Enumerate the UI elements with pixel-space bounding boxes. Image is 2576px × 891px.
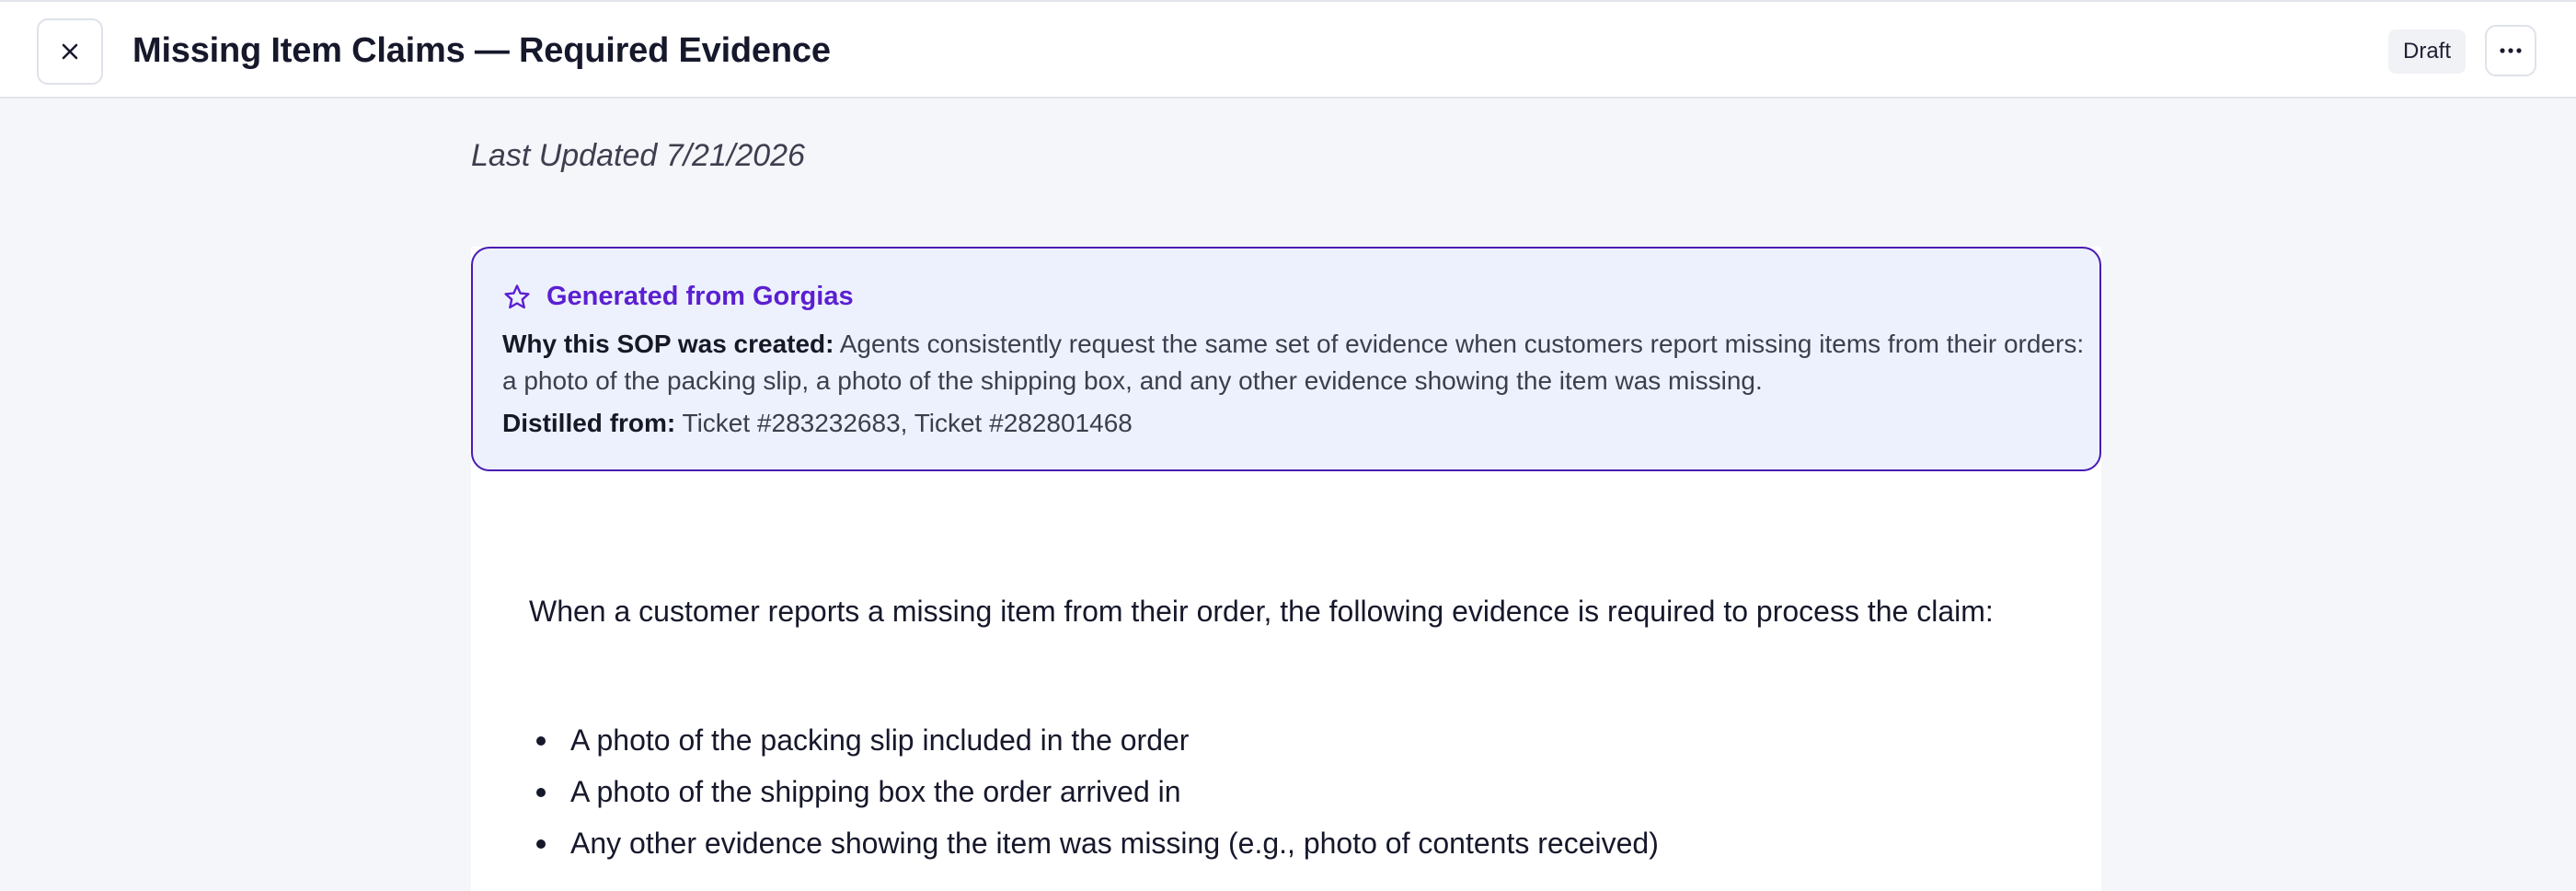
intro-paragraph: When a customer reports a missing item f… <box>529 595 1994 628</box>
page-title: Missing Item Claims — Required Evidence <box>132 31 831 70</box>
bullet <box>536 788 546 797</box>
distilled-from-label: Distilled from: <box>502 409 676 437</box>
list-item: A photo of the shipping box the order ar… <box>529 766 1659 817</box>
distilled-from: Distilled from: Ticket #283232683, Ticke… <box>502 405 1133 442</box>
list-item-text: Any other evidence showing the item was … <box>570 827 1659 860</box>
list-item-text: A photo of the shipping box the order ar… <box>570 775 1181 808</box>
top-bar: Missing Item Claims — Required Evidence … <box>0 0 2576 98</box>
bullet <box>536 736 546 746</box>
close-icon <box>62 43 78 60</box>
why-created: Why this SOP was created: Agents consist… <box>502 326 2085 399</box>
bullet <box>536 839 546 849</box>
more-options-button[interactable] <box>2485 25 2536 76</box>
generated-source-callout: Generated from Gorgias Why this SOP was … <box>471 247 2101 471</box>
more-horizontal-icon <box>2500 48 2522 53</box>
list-item-text: A photo of the packing slip included in … <box>570 723 1190 757</box>
close-button[interactable] <box>37 18 103 85</box>
evidence-list: A photo of the packing slip included in … <box>529 714 1659 869</box>
last-updated: Last Updated 7/21/2026 <box>471 138 805 173</box>
list-item: Any other evidence showing the item was … <box>529 817 1659 869</box>
star-icon <box>504 284 530 308</box>
status-badge: Draft <box>2388 29 2467 74</box>
generated-header: Generated from Gorgias <box>502 282 854 312</box>
list-item: A photo of the packing slip included in … <box>529 714 1659 766</box>
why-created-label: Why this SOP was created: <box>502 330 834 358</box>
distilled-from-tickets: Ticket #283232683, Ticket #282801468 <box>675 409 1133 437</box>
generated-title: Generated from Gorgias <box>546 282 854 311</box>
